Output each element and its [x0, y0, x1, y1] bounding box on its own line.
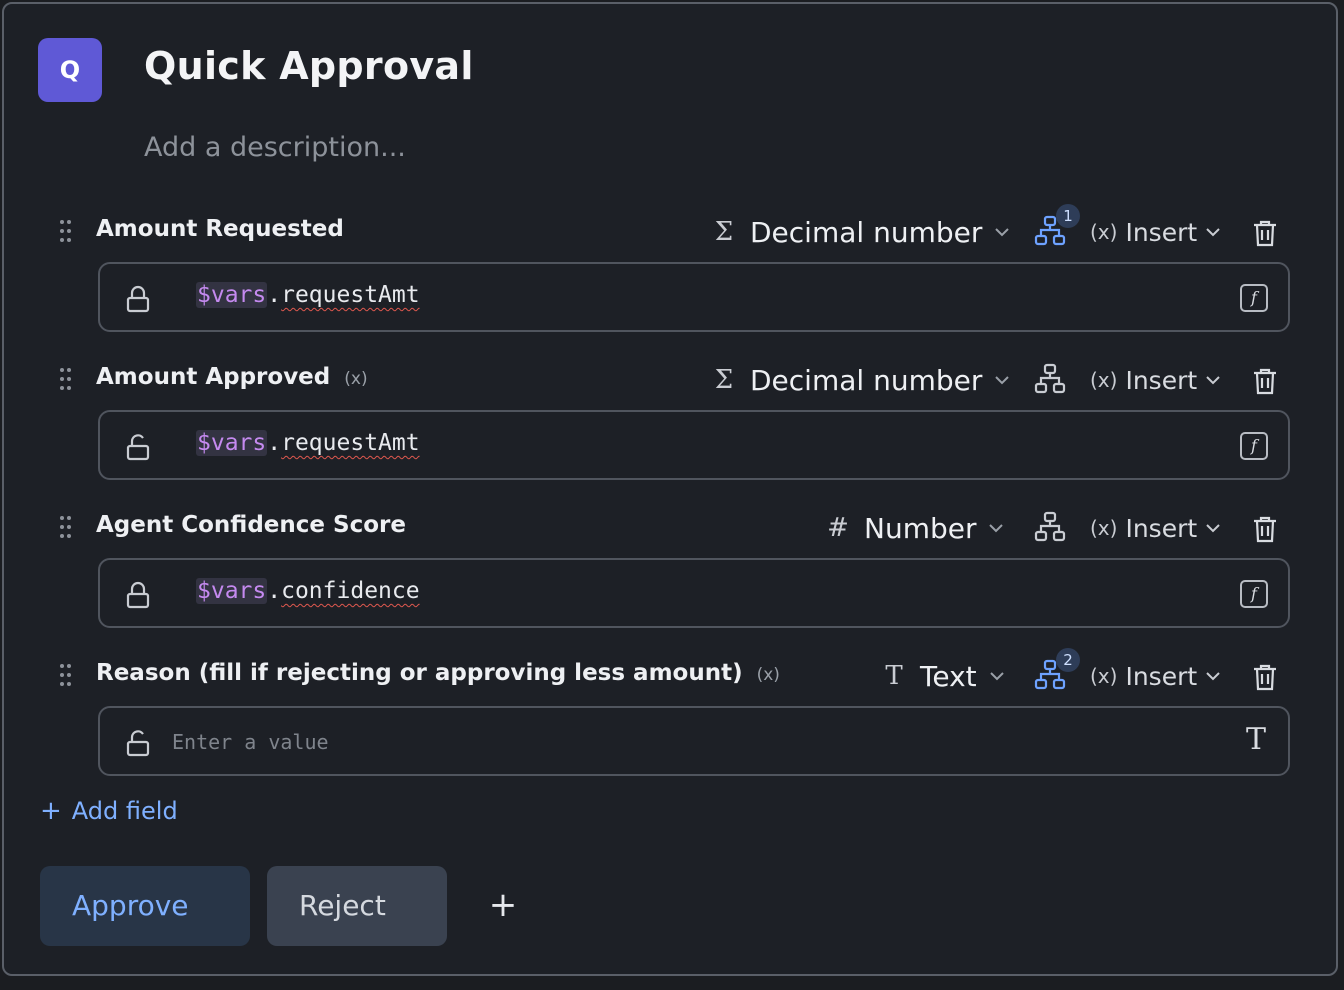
insert-menu-button[interactable]: (x) Insert [1090, 654, 1221, 698]
trash-icon [1254, 664, 1276, 691]
hierarchy-icon [1034, 511, 1066, 542]
field-header: Amount Requested Σ Decimal number 1 (x) … [4, 204, 1340, 254]
delete-field-button[interactable] [1250, 366, 1280, 396]
add-field-button[interactable]: + Add field [40, 796, 178, 826]
field-label[interactable]: Amount Approved (x) [96, 364, 368, 390]
chevron-down-icon [989, 524, 1004, 533]
field-label[interactable]: Reason (fill if rejecting or approving l… [96, 660, 780, 686]
text-type-icon: T [885, 661, 903, 691]
chevron-down-icon [995, 376, 1010, 385]
form-badge-icon: Q [38, 38, 102, 102]
insert-menu-button[interactable]: (x) Insert [1090, 506, 1221, 550]
variable-icon: (x) [1090, 664, 1118, 688]
type-select[interactable]: Σ Decimal number [710, 358, 1010, 402]
form-title[interactable]: Quick Approval [144, 44, 474, 88]
type-select[interactable]: Σ Decimal number [710, 210, 1010, 254]
field-value-input[interactable]: $vars.requestAmt f [98, 262, 1290, 332]
dependency-tree-button[interactable]: 1 [1034, 204, 1080, 250]
sigma-icon: Σ [714, 217, 734, 247]
field-header: Agent Confidence Score # Number (x) Inse… [4, 506, 1340, 550]
sigma-icon: Σ [714, 365, 734, 395]
plus-icon: + [40, 796, 62, 826]
lock-icon[interactable] [124, 284, 152, 314]
field-value-input[interactable]: $vars.requestAmt f [98, 410, 1290, 480]
form-panel: Q Quick Approval Add a description... Am… [2, 2, 1338, 976]
expression-value[interactable]: $vars.confidence [196, 578, 420, 604]
dependency-count-badge: 1 [1056, 204, 1080, 228]
drag-handle-icon[interactable] [58, 218, 72, 244]
trash-icon [1254, 220, 1276, 247]
chevron-down-icon [1206, 228, 1220, 237]
function-icon[interactable]: f [1240, 580, 1268, 608]
type-select[interactable]: # Number [824, 506, 1004, 550]
insert-menu-button[interactable]: (x) Insert [1090, 210, 1221, 254]
variable-icon: (x) [1090, 516, 1118, 540]
field-value-input[interactable]: $vars.confidence f [98, 558, 1290, 628]
insert-label: Insert [1125, 661, 1198, 691]
function-icon[interactable]: f [1240, 432, 1268, 460]
type-label: Decimal number [750, 215, 983, 249]
type-select[interactable]: T Text [880, 654, 1005, 698]
hash-icon: # [827, 513, 849, 543]
text-format-icon[interactable]: T [1246, 722, 1266, 757]
dependency-tree-button[interactable] [1034, 510, 1070, 546]
dependency-count-badge: 2 [1056, 648, 1080, 672]
chevron-down-icon [989, 672, 1004, 681]
variable-icon: (x) [1090, 220, 1118, 244]
delete-field-button[interactable] [1250, 218, 1280, 248]
add-field-label: Add field [71, 797, 178, 825]
insert-label: Insert [1125, 513, 1198, 543]
chevron-down-icon [1206, 524, 1220, 533]
type-label: Decimal number [750, 363, 983, 397]
field-header: Amount Approved (x) Σ Decimal number (x) … [4, 358, 1340, 402]
type-label: Text [920, 659, 977, 693]
expression-value[interactable]: $vars.requestAmt [196, 430, 420, 456]
insert-menu-button[interactable]: (x) Insert [1090, 358, 1221, 402]
description-input[interactable]: Add a description... [144, 132, 406, 163]
field-label[interactable]: Agent Confidence Score [96, 512, 406, 538]
dependency-tree-button[interactable]: 2 [1034, 648, 1080, 694]
drag-handle-icon[interactable] [58, 514, 72, 540]
insert-label: Insert [1125, 365, 1198, 395]
trash-icon [1254, 516, 1276, 543]
drag-handle-icon[interactable] [58, 366, 72, 392]
lock-icon[interactable] [124, 580, 152, 610]
field-value-input[interactable]: Enter a value T [98, 706, 1290, 776]
type-label: Number [864, 511, 977, 545]
variable-icon: (x) [344, 369, 368, 389]
chevron-down-icon [995, 228, 1010, 237]
drag-handle-icon[interactable] [58, 662, 72, 688]
field-label[interactable]: Amount Requested [96, 216, 344, 242]
add-action-button[interactable]: + [484, 886, 522, 924]
expression-value[interactable]: $vars.requestAmt [196, 282, 420, 308]
delete-field-button[interactable] [1250, 514, 1280, 544]
function-icon[interactable]: f [1240, 284, 1268, 312]
variable-icon: (x) [756, 665, 780, 685]
dependency-tree-button[interactable] [1034, 362, 1070, 398]
unlock-icon[interactable] [124, 432, 152, 462]
variable-icon: (x) [1090, 368, 1118, 392]
trash-icon [1254, 368, 1276, 395]
insert-label: Insert [1125, 217, 1198, 247]
chevron-down-icon [1206, 376, 1220, 385]
delete-field-button[interactable] [1250, 662, 1280, 692]
reject-button[interactable]: Reject [267, 866, 447, 946]
approve-button[interactable]: Approve [40, 866, 250, 946]
field-header: Reason (fill if rejecting or approving l… [4, 648, 1340, 698]
value-placeholder[interactable]: Enter a value [172, 730, 329, 754]
unlock-icon[interactable] [124, 728, 152, 758]
hierarchy-icon [1034, 363, 1066, 394]
chevron-down-icon [1206, 672, 1220, 681]
